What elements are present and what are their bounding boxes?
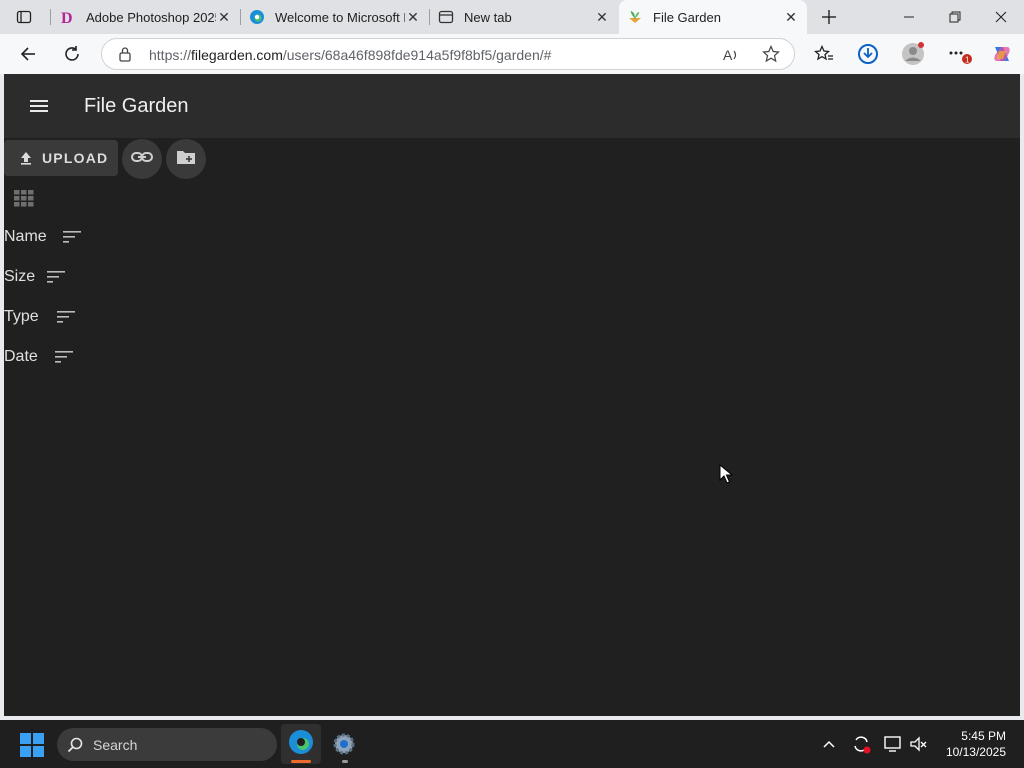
network-display-icon[interactable]: [883, 734, 903, 754]
upload-icon: [16, 151, 36, 165]
tab-label: New tab: [464, 9, 512, 25]
close-tab-icon[interactable]: ✕: [405, 9, 421, 25]
running-indicator: [342, 760, 348, 763]
taskbar: Search 5:45 PM 10/13/2025: [0, 720, 1024, 768]
sort-by-type[interactable]: Type: [4, 305, 77, 329]
edge-icon: [249, 9, 265, 25]
tab-welcome-edge[interactable]: Welcome to Microsoft E ✕: [241, 0, 429, 34]
sort-lines-icon: [62, 230, 83, 244]
refresh-icon[interactable]: [58, 40, 86, 68]
tab-label: File Garden: [653, 9, 721, 25]
favorite-star-icon[interactable]: [762, 45, 780, 68]
back-arrow-icon[interactable]: [14, 40, 42, 68]
restore-window-icon[interactable]: [932, 0, 978, 34]
profile-avatar-icon[interactable]: [899, 40, 927, 68]
mouse-cursor-icon: [719, 463, 734, 489]
system-clock[interactable]: 5:45 PM 10/13/2025: [946, 728, 1006, 760]
close-tab-icon[interactable]: ✕: [594, 9, 610, 25]
sort-lines-icon: [47, 270, 67, 284]
new-folder-button[interactable]: [166, 139, 206, 179]
edge-icon: [288, 729, 314, 760]
favorites-icon[interactable]: [810, 40, 838, 68]
sort-lines-icon: [56, 310, 77, 324]
link-icon: [131, 150, 153, 168]
sort-label: Date: [4, 348, 38, 365]
create-folder-icon: [176, 149, 196, 170]
tab-label: Adobe Photoshop 2025: [86, 9, 216, 25]
upload-button[interactable]: UPLOAD: [4, 140, 118, 176]
windows-start-icon[interactable]: [20, 733, 44, 762]
photoshop-d-icon: D: [60, 9, 76, 25]
browser-toolbar: https://filegarden.com/users/68a46f898fd…: [0, 34, 1024, 74]
sync-icon[interactable]: [851, 734, 871, 754]
tab-photoshop[interactable]: D Adobe Photoshop 2025 ✕: [52, 0, 240, 34]
clock-date: 10/13/2025: [945, 745, 1006, 759]
menu-icon[interactable]: [28, 96, 52, 116]
clock-time: 5:45 PM: [961, 729, 1006, 743]
sort-by-date[interactable]: Date: [4, 345, 75, 369]
search-icon: [67, 737, 83, 753]
sort-label: Size: [4, 268, 36, 285]
svg-text:D: D: [61, 10, 73, 25]
lock-icon[interactable]: [118, 46, 132, 67]
upload-label: UPLOAD: [42, 150, 109, 166]
tab-actions-icon[interactable]: [10, 3, 38, 31]
notification-badge: 1: [965, 56, 970, 65]
tab-strip: D Adobe Photoshop 2025 ✕ Welcome to Micr…: [0, 0, 1024, 34]
taskbar-edge-button[interactable]: [281, 724, 321, 764]
sort-lines-icon: [54, 350, 75, 364]
read-aloud-icon[interactable]: A: [722, 46, 740, 69]
svg-text:A: A: [723, 47, 733, 63]
close-tab-icon[interactable]: ✕: [216, 9, 232, 25]
show-hidden-icons-chevron-icon[interactable]: [819, 734, 839, 754]
close-window-icon[interactable]: [978, 0, 1024, 34]
more-options-icon[interactable]: 1: [945, 40, 973, 68]
new-tab-button[interactable]: [806, 0, 852, 34]
app-bar: File Garden: [4, 74, 1020, 138]
sort-label: Type: [4, 308, 39, 325]
sort-label: Name: [4, 228, 47, 245]
tab-label: Welcome to Microsoft E: [275, 9, 405, 25]
newtab-icon: [438, 9, 454, 25]
sort-by-size[interactable]: Size: [4, 265, 67, 289]
search-placeholder: Search: [93, 736, 138, 753]
volume-muted-icon[interactable]: [909, 734, 929, 754]
address-bar[interactable]: https://filegarden.com/users/68a46f898fd…: [101, 38, 795, 70]
grid-view-icon[interactable]: [14, 189, 34, 207]
address-url: https://filegarden.com/users/68a46f898fd…: [149, 47, 552, 63]
settings-gear-icon[interactable]: [330, 730, 358, 763]
link-button[interactable]: [122, 139, 162, 179]
file-garden-leaf-icon: [627, 9, 643, 25]
page-viewport: File Garden UPLOAD Name Size Type Date: [4, 74, 1020, 716]
minimize-window-icon[interactable]: [886, 0, 932, 34]
app-title: File Garden: [84, 95, 189, 117]
downloads-icon[interactable]: [854, 40, 882, 68]
taskbar-search-box[interactable]: Search: [57, 728, 277, 761]
copilot-icon[interactable]: [988, 40, 1016, 68]
tab-new-tab[interactable]: New tab ✕: [430, 0, 618, 34]
close-tab-icon[interactable]: ✕: [783, 9, 799, 25]
tab-file-garden[interactable]: File Garden ✕: [619, 0, 807, 34]
sort-by-name[interactable]: Name: [4, 225, 83, 249]
